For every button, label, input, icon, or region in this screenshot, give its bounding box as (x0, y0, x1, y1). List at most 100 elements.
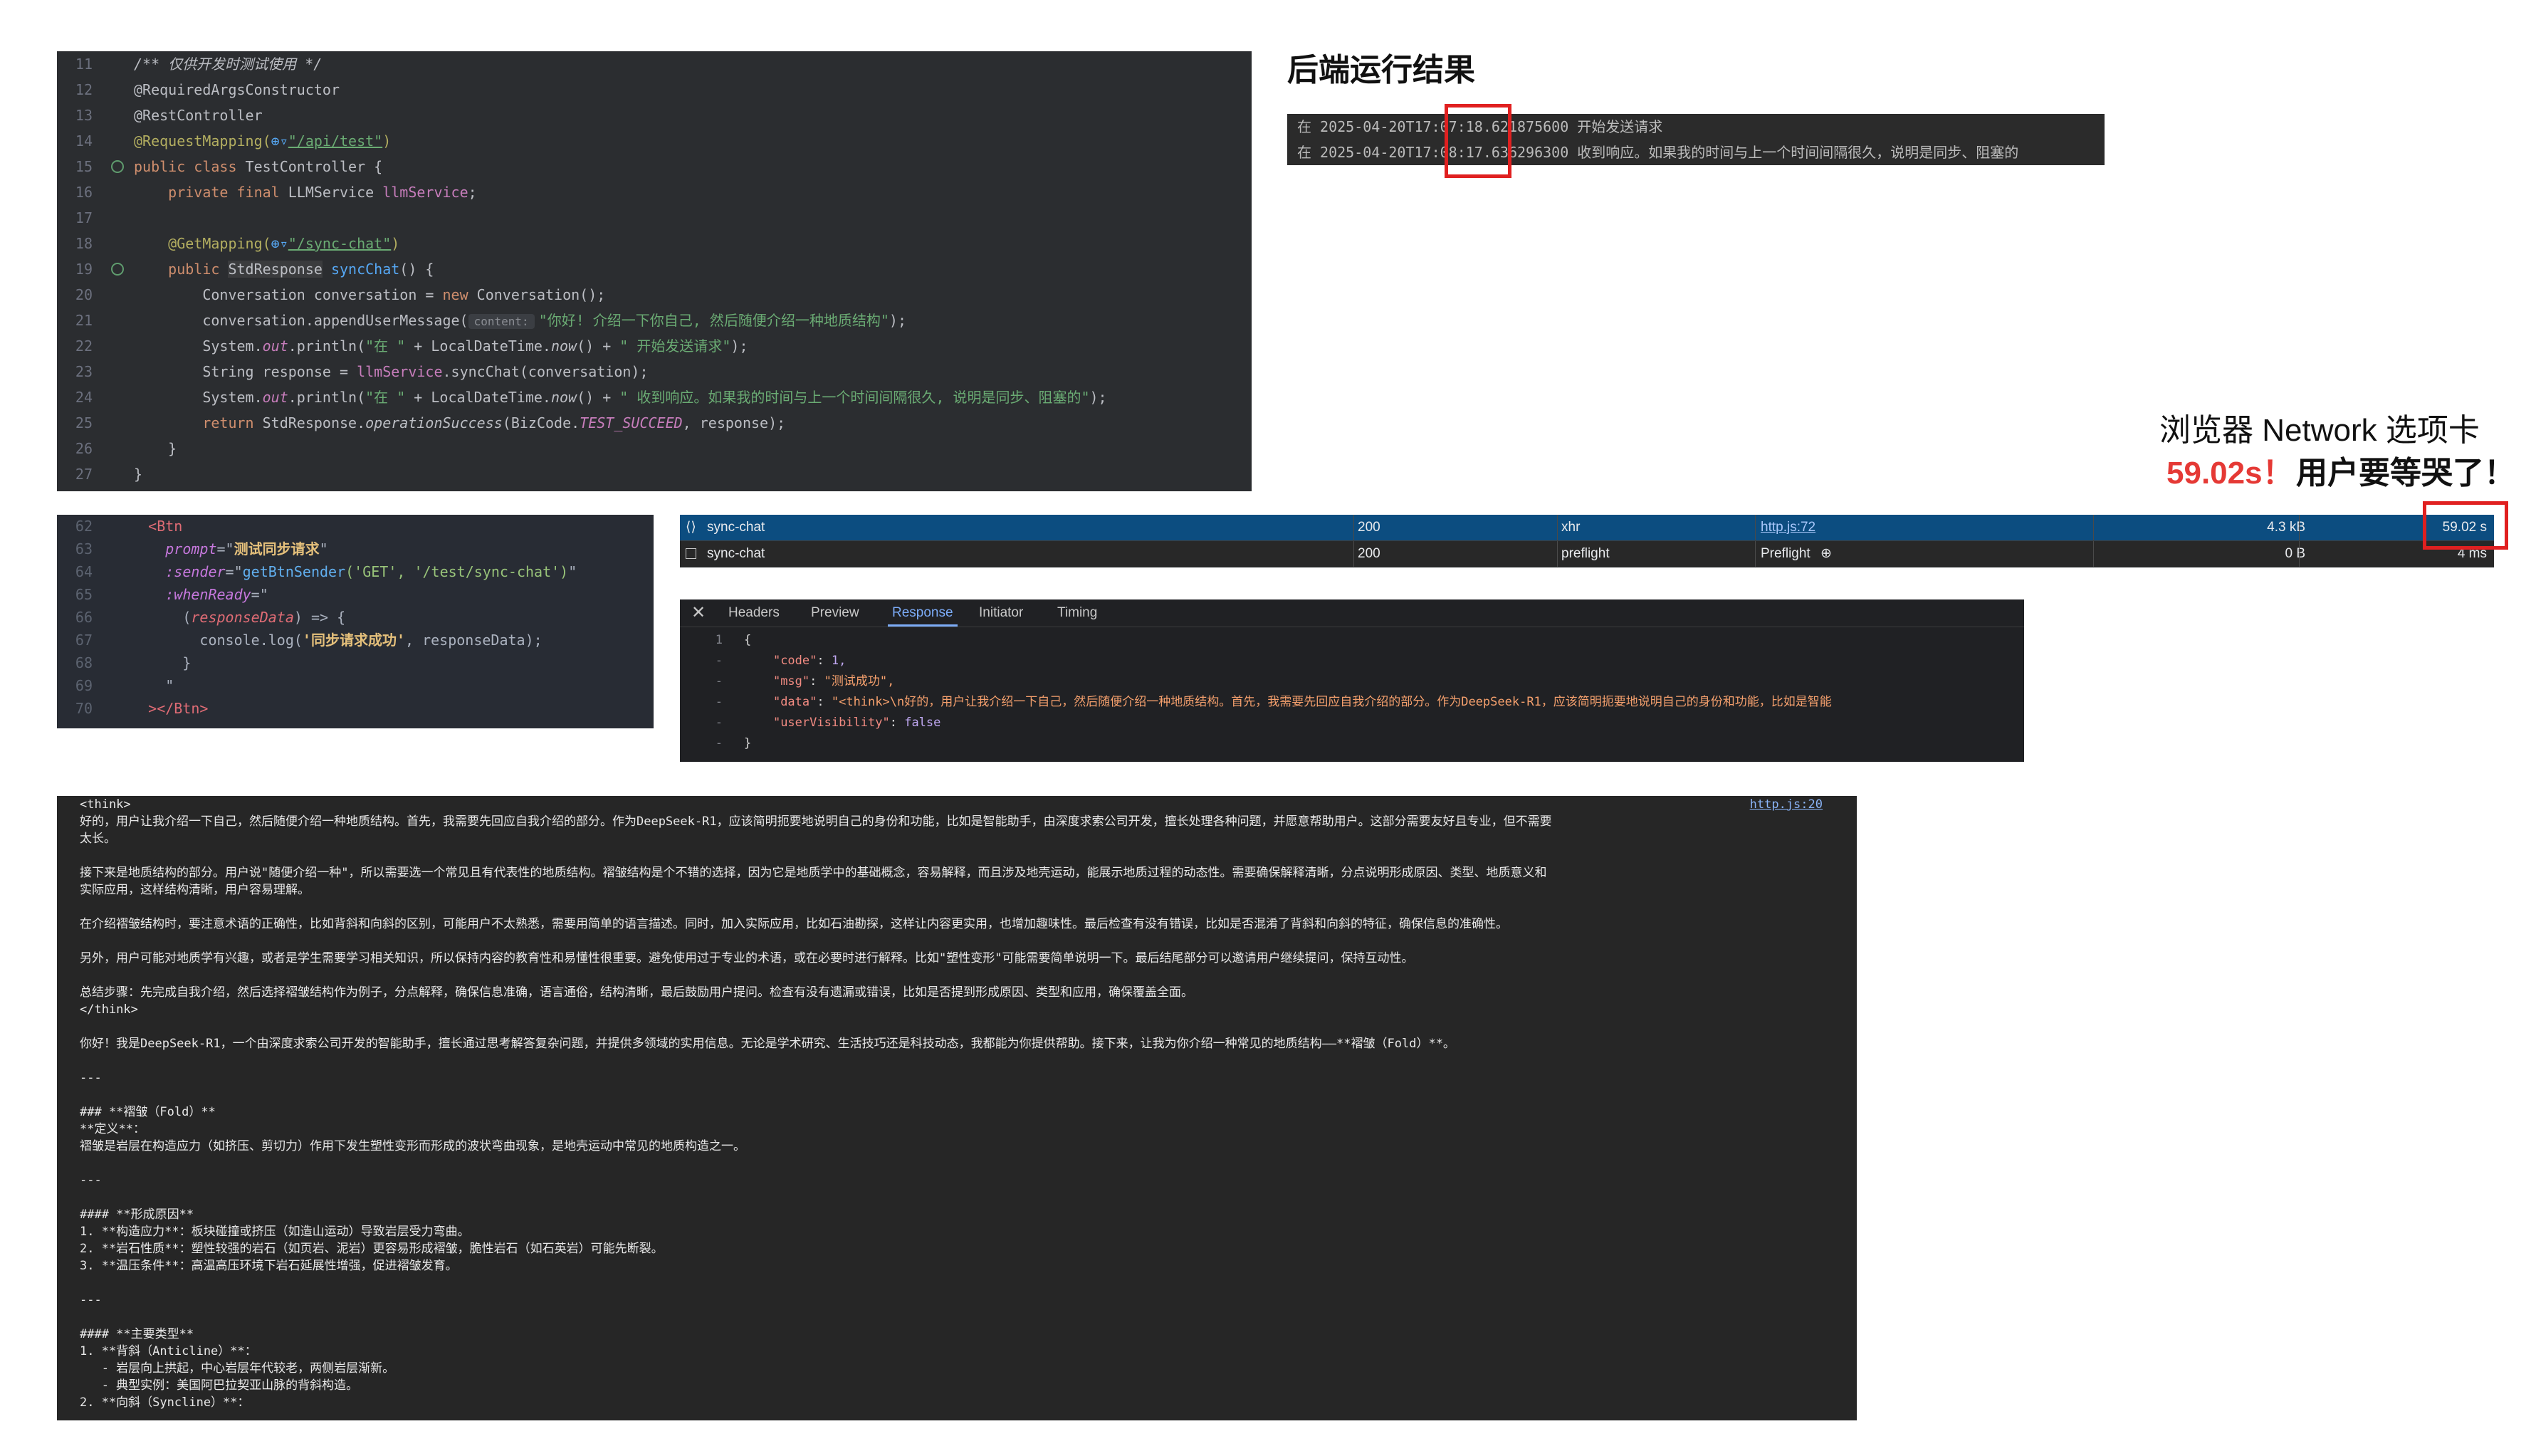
console-output-line: 3. **温压条件**：高温高压环境下岩石延展性增强，促进褶皱发育。 (80, 1259, 458, 1273)
console-output-line: #### **主要类型** (80, 1327, 194, 1341)
console-output-line: 太长。 (80, 832, 116, 846)
document-icon (686, 548, 696, 559)
code-line: 21 conversation.appendUserMessage(conten… (75, 312, 907, 329)
code-line: 66 (responseData) => { (75, 609, 346, 626)
highlight-box (2423, 501, 2508, 550)
console-output-line: #### **形成原因** (80, 1208, 194, 1222)
console-output-line: --- (80, 1293, 102, 1307)
console-output-line: - 典型实例：美国阿巴拉契亚山脉的背斜构造。 (80, 1378, 359, 1393)
highlight-box (1445, 104, 1511, 178)
tab-preview[interactable]: Preview (811, 599, 859, 627)
code-line: 16 private final LLMService llmService; (75, 184, 477, 201)
tab-timing[interactable]: Timing (1057, 599, 1097, 627)
code-line: 27} (75, 466, 143, 483)
initiator-link[interactable]: http.js:72 (1761, 515, 1815, 540)
code-line: 18 @GetMapping(⊕▿"/sync-chat") (75, 235, 400, 252)
json-line: - "data": "<think>\n好的，用户让我介绍一下自己，然后随便介绍… (715, 695, 1832, 709)
network-request-table: ⟨⟩ sync-chat 200 xhr http.js:72 4.3 kB 5… (680, 515, 2494, 567)
route-link[interactable]: "/sync-chat" (288, 235, 392, 252)
console-output-line: 在介绍褶皱结构时，要注意术语的正确性，比如背斜和向斜的区别，可能用户不太熟悉，需… (80, 917, 1508, 931)
code-line: 68 } (75, 654, 192, 671)
network-caption: 浏览器 Network 选项卡 (2159, 413, 2480, 448)
json-line: 1{ (715, 633, 752, 647)
preflight-icon[interactable]: ⊕ (1820, 541, 1832, 567)
code-line: 67 console.log('同步请求成功', responseData); (75, 632, 543, 649)
java-code-editor: 11/** 仅供开发时测试使用 */ 12 @RequiredArgsConstr… (57, 51, 1252, 491)
code-line: 11/** 仅供开发时测试使用 */ (57, 51, 1252, 77)
code-line: 22 System.out.println("在 " + LocalDateTi… (75, 337, 748, 355)
code-line: 62 <Btn (75, 518, 183, 535)
backend-console: 在 2025-04-20T17:07:18.621875600 开始发送请求 在… (1287, 114, 2105, 165)
route-link[interactable]: "/api/test" (288, 132, 382, 150)
code-line: 64 :sender="getBtnSender('GET', '/test/s… (75, 563, 577, 580)
console-line: 在 2025-04-20T17:07:18.621875600 开始发送请求 (1297, 118, 1663, 135)
source-link[interactable]: http.js:20 (1750, 796, 1823, 813)
code-line: 65 :whenReady=" (75, 586, 268, 603)
console-output-line: 1. **构造应力**：板块碰撞或挤压（如造山运动）导致岩层受力弯曲。 (80, 1225, 470, 1239)
console-output-line: --- (80, 1071, 102, 1085)
network-row[interactable]: ⟨⟩ sync-chat 200 xhr http.js:72 4.3 kB 5… (680, 515, 2494, 540)
json-line: - "userVisibility": false (715, 716, 941, 730)
code-line: 14 @RequestMapping(⊕▿"/api/test") (75, 132, 392, 150)
console-output-line: --- (80, 1173, 102, 1188)
console-text: <think> 好的，用户让我介绍一下自己，然后随便介绍一种地质结构。首先，我需要… (57, 796, 1857, 1411)
code-line: 69 " (75, 677, 174, 694)
parameter-hint: content: (468, 314, 535, 329)
json-line: -} (715, 736, 752, 750)
code-line: 20 Conversation conversation = new Conve… (75, 286, 606, 303)
network-row[interactable]: sync-chat 200 preflight Preflight ⊕ 0 B … (680, 540, 2494, 567)
browser-console-output: http.js:20 <think> 好的，用户让我介绍一下自己，然后随便介绍一种… (57, 796, 1857, 1420)
console-output-line: 实际应用，这样结构清晰，用户容易理解。 (80, 883, 310, 897)
globe-icon: ⊕▿ (271, 132, 288, 150)
console-output-line: 另外，用户可能对地质学有兴趣，或者是学生需要学习相关知识，所以保持内容的教育性和… (80, 951, 1414, 965)
console-output-line: - 岩层向上拱起，中心岩层年代较老，两侧岩层渐新。 (80, 1361, 395, 1376)
tab-response[interactable]: Response (888, 599, 958, 627)
vue-code-editor: 62 <Btn 63 prompt="测试同步请求" 64 :sender="g… (57, 515, 654, 728)
code-line: 13 @RestController (75, 107, 263, 124)
response-body: 1{ - "code": 1, - "msg": "测试成功", - "data… (680, 627, 2024, 754)
code-line: 19 public StdResponse syncChat() { (75, 261, 434, 278)
console-output-line: 总结步骤：先完成自我介绍，然后选择褶皱结构作为例子，分点解释，确保信息准确，语言… (80, 985, 1193, 1000)
code-line: 17 (75, 209, 93, 226)
console-output-line: 2. **岩石性质**：塑性较强的岩石（如页岩、泥岩）更容易形成褶皱，脆性岩石（… (80, 1242, 664, 1256)
console-output-line: 你好！我是DeepSeek-R1，一个由深度求索公司开发的智能助手，擅长通过思考… (80, 1037, 1455, 1051)
code-line: 26 } (75, 440, 177, 457)
comment: /** 仅供开发时测试使用 */ (134, 56, 323, 73)
spring-bean-icon[interactable] (111, 160, 124, 173)
console-output-line: **定义**： (80, 1122, 145, 1136)
code-line: 70 ></Btn> (75, 700, 209, 717)
tab-headers[interactable]: Headers (728, 599, 780, 627)
json-line: - "msg": "测试成功", (715, 674, 895, 688)
console-output-line: ### **褶皱（Fold）** (80, 1105, 216, 1119)
console-output-line: 好的，用户让我介绍一下自己，然后随便介绍一种地质结构。首先，我需要先回应自我介绍… (80, 815, 1552, 829)
code-line: 12 @RequiredArgsConstructor (75, 81, 340, 98)
code-line: 24 System.out.println("在 " + LocalDateTi… (75, 389, 1107, 406)
console-output-line: </think> (80, 1002, 138, 1017)
console-output-line: 1. **背斜（Anticline）**： (80, 1344, 257, 1358)
callout-text: 用户要等哭了！ (2296, 456, 2515, 491)
response-panel: ✕ Headers Preview Response Initiator Tim… (680, 599, 2024, 762)
code-line: 23 String response = llmService.syncChat… (75, 363, 649, 380)
console-line: 在 2025-04-20T17:08:17.636296300 收到响应。如果我… (1297, 144, 2019, 161)
console-output-line: <think> (80, 797, 131, 812)
json-line: - "code": 1, (715, 654, 847, 668)
tab-initiator[interactable]: Initiator (979, 599, 1023, 627)
devtools-tabs: ✕ Headers Preview Response Initiator Tim… (680, 599, 2024, 627)
close-icon[interactable]: ✕ (691, 599, 706, 627)
endpoint-icon[interactable] (111, 263, 124, 276)
xhr-icon: ⟨⟩ (686, 520, 696, 535)
code-line: 15 public class TestController { (75, 158, 383, 175)
code-line: 63 prompt="测试同步请求" (75, 540, 328, 557)
console-output-line: 接下来是地质结构的部分。用户说"随便介绍一种"，所以需要选一个常见且有代表性的地… (80, 866, 1547, 880)
console-output-line: 褶皱是岩层在构造应力（如挤压、剪切力）作用下发生塑性变形而形成的波状弯曲现象，是… (80, 1139, 745, 1153)
